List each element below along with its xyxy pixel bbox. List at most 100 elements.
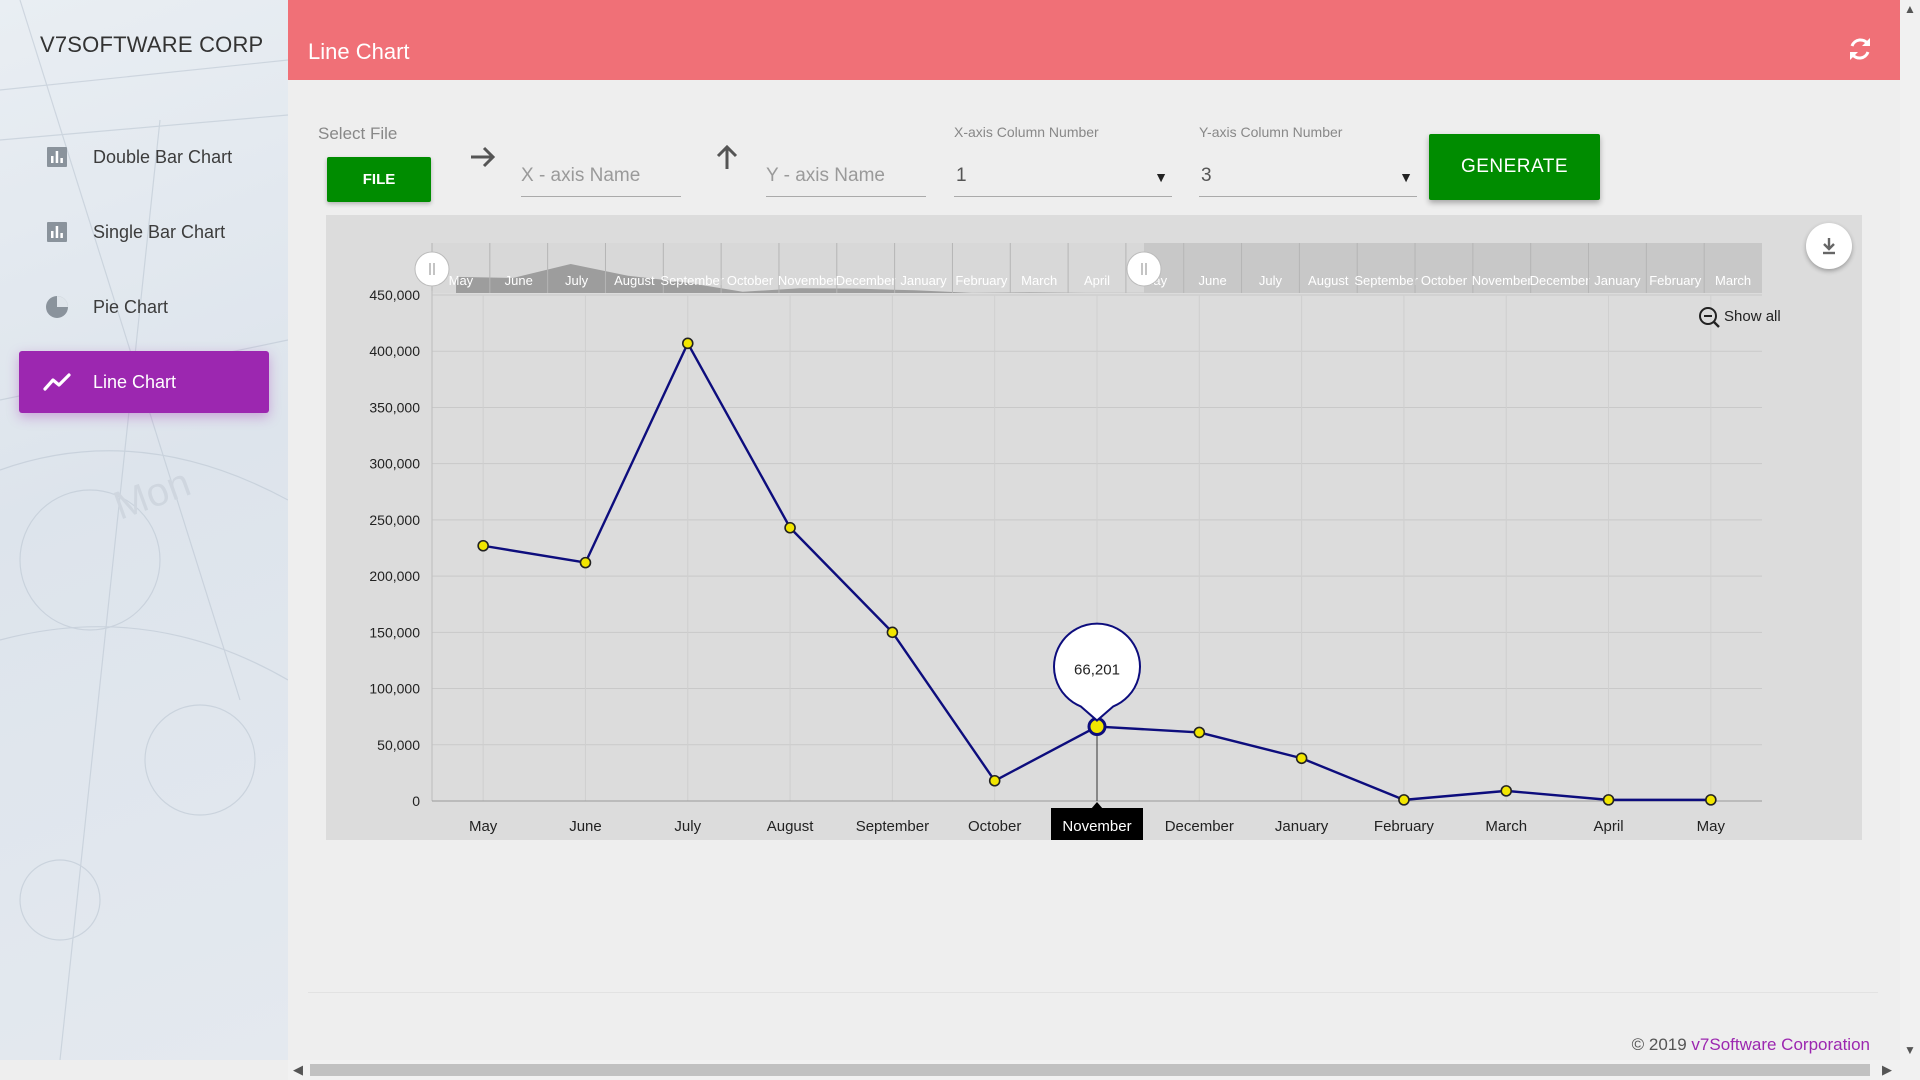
data-point[interactable] [1193,726,1206,739]
y-tick-label: 350,000 [369,399,420,415]
x-tick-pointer [1091,802,1103,809]
company-link[interactable]: v7Software Corporation [1691,1035,1870,1054]
sidebar-item-label: Single Bar Chart [93,221,226,242]
navigator-label: June [505,273,533,288]
x-column-select[interactable]: 1 ▼ [954,157,1172,197]
navigator-label: September [1354,273,1418,288]
range-grip[interactable] [414,251,450,287]
y-tick-label: 100,000 [369,681,420,697]
data-point[interactable] [1705,794,1717,806]
bar-chart-icon [43,143,71,171]
y-column-value: 3 [1201,165,1212,186]
navigator-label: November [1472,273,1533,288]
navigator-label: May [449,273,474,288]
navigator-label: February [1649,273,1702,288]
pie-chart-icon [43,293,71,321]
refresh-icon[interactable] [1846,35,1874,63]
horizontal-scrollbar[interactable]: ◀ ▶ [288,1060,1900,1080]
data-point[interactable] [1500,785,1513,797]
sidebar-item-line-chart[interactable]: Line Chart [19,351,269,413]
header-bar: Line Chart [288,0,1900,80]
x-tick-label: May [1697,818,1726,835]
x-tick-label: May [469,818,498,835]
range-grip[interactable] [1126,251,1162,287]
sidebar-item-label: Line Chart [93,371,177,392]
navigator-label: April [1084,273,1110,288]
arrow-right-icon [468,142,498,179]
brand-title: V7SOFTWARE CORP [40,32,264,57]
x-axis-name-field[interactable] [521,157,681,197]
navigator-label: June [1199,273,1227,288]
x-tick-label: September [856,818,929,835]
x-column-value: 1 [956,165,967,186]
select-file-label: Select File [318,124,398,143]
x-tick-label: January [1275,818,1329,835]
line-chart-panel: May June July August September October Novembe… [326,215,1862,844]
x-tick-label: November [1062,818,1131,835]
x-axis-name-input[interactable] [521,157,681,195]
grip-handle[interactable] [414,251,450,287]
navigator-label: January [1594,273,1641,288]
data-point[interactable] [1295,752,1308,765]
x-tick-label: March [1485,818,1527,835]
data-point[interactable] [477,539,489,552]
y-column-label: Y-axis Column Number [1199,124,1343,140]
data-point[interactable] [681,337,694,350]
navigator-label: March [1021,273,1057,288]
y-tick-label: 150,000 [369,624,420,640]
download-icon [1823,238,1835,255]
x-tick-label: June [569,818,602,835]
navigator-label: September [660,273,724,288]
chevron-down-icon: ▼ [1399,169,1413,185]
data-point[interactable] [784,521,796,534]
sidebar-item-single-bar-chart[interactable]: Single Bar Chart [19,201,269,263]
navigator-label: October [727,273,774,288]
data-point[interactable] [1602,794,1615,806]
data-point[interactable] [579,556,592,569]
sidebar-item-label: Double Bar Chart [93,146,233,167]
sidebar-item-double-bar-chart[interactable]: Double Bar Chart [19,126,269,188]
download-button[interactable] [1806,223,1852,269]
navigator-label: January [900,273,947,288]
navigator-label: August [1308,273,1349,288]
x-tick-label: February [1374,818,1435,835]
line-chart[interactable]: May June July August September October Novembe… [326,215,1862,844]
show-all-button[interactable]: Show all [1699,307,1781,328]
y-tick-label: 250,000 [369,512,420,528]
y-axis-name-field[interactable] [766,157,926,197]
scrollbar-thumb[interactable] [310,1064,1870,1076]
y-tick-label: 400,000 [369,343,420,359]
x-tick-label: October [968,818,1021,835]
scroll-right-icon[interactable]: ▶ [1882,1062,1892,1078]
scroll-left-icon[interactable]: ◀ [293,1062,303,1078]
data-point[interactable] [1398,794,1410,806]
file-button[interactable]: FILE [327,157,431,202]
navigator-label: October [1421,273,1468,288]
grip-handle[interactable] [1126,251,1162,287]
y-tick-label: 300,000 [369,456,420,472]
show-all-label: Show all [1724,308,1781,325]
x-tick-label: April [1594,818,1624,835]
navigator-label: December [836,273,897,288]
y-tick-label: 450,000 [369,287,420,303]
data-point[interactable] [886,626,899,639]
navigator-label: March [1715,273,1751,288]
x-tick-label: August [767,818,815,835]
navigator-label: July [565,273,589,288]
vertical-scrollbar[interactable]: ▲ ▼ [1900,0,1920,1080]
y-axis-name-input[interactable] [766,157,926,195]
generate-button[interactable]: GENERATE [1429,134,1600,200]
y-column-select[interactable]: 3 ▼ [1199,157,1417,197]
navigator-label: December [1530,273,1591,288]
tooltip-value: 66,201 [1074,662,1120,679]
arrow-up-icon [712,142,742,179]
x-column-label: X-axis Column Number [954,124,1099,140]
navigator-label: February [955,273,1008,288]
sidebar-item-pie-chart[interactable]: Pie Chart [19,276,269,338]
scroll-down-icon[interactable]: ▼ [1904,1043,1916,1057]
data-point[interactable] [988,774,1001,787]
sidebar: Mon V7SOFTWARE CORP Double Bar Chart Sin… [0,0,288,1060]
navigator-label: August [614,273,655,288]
chevron-down-icon: ▼ [1154,169,1168,185]
scroll-up-icon[interactable]: ▲ [1904,2,1916,16]
